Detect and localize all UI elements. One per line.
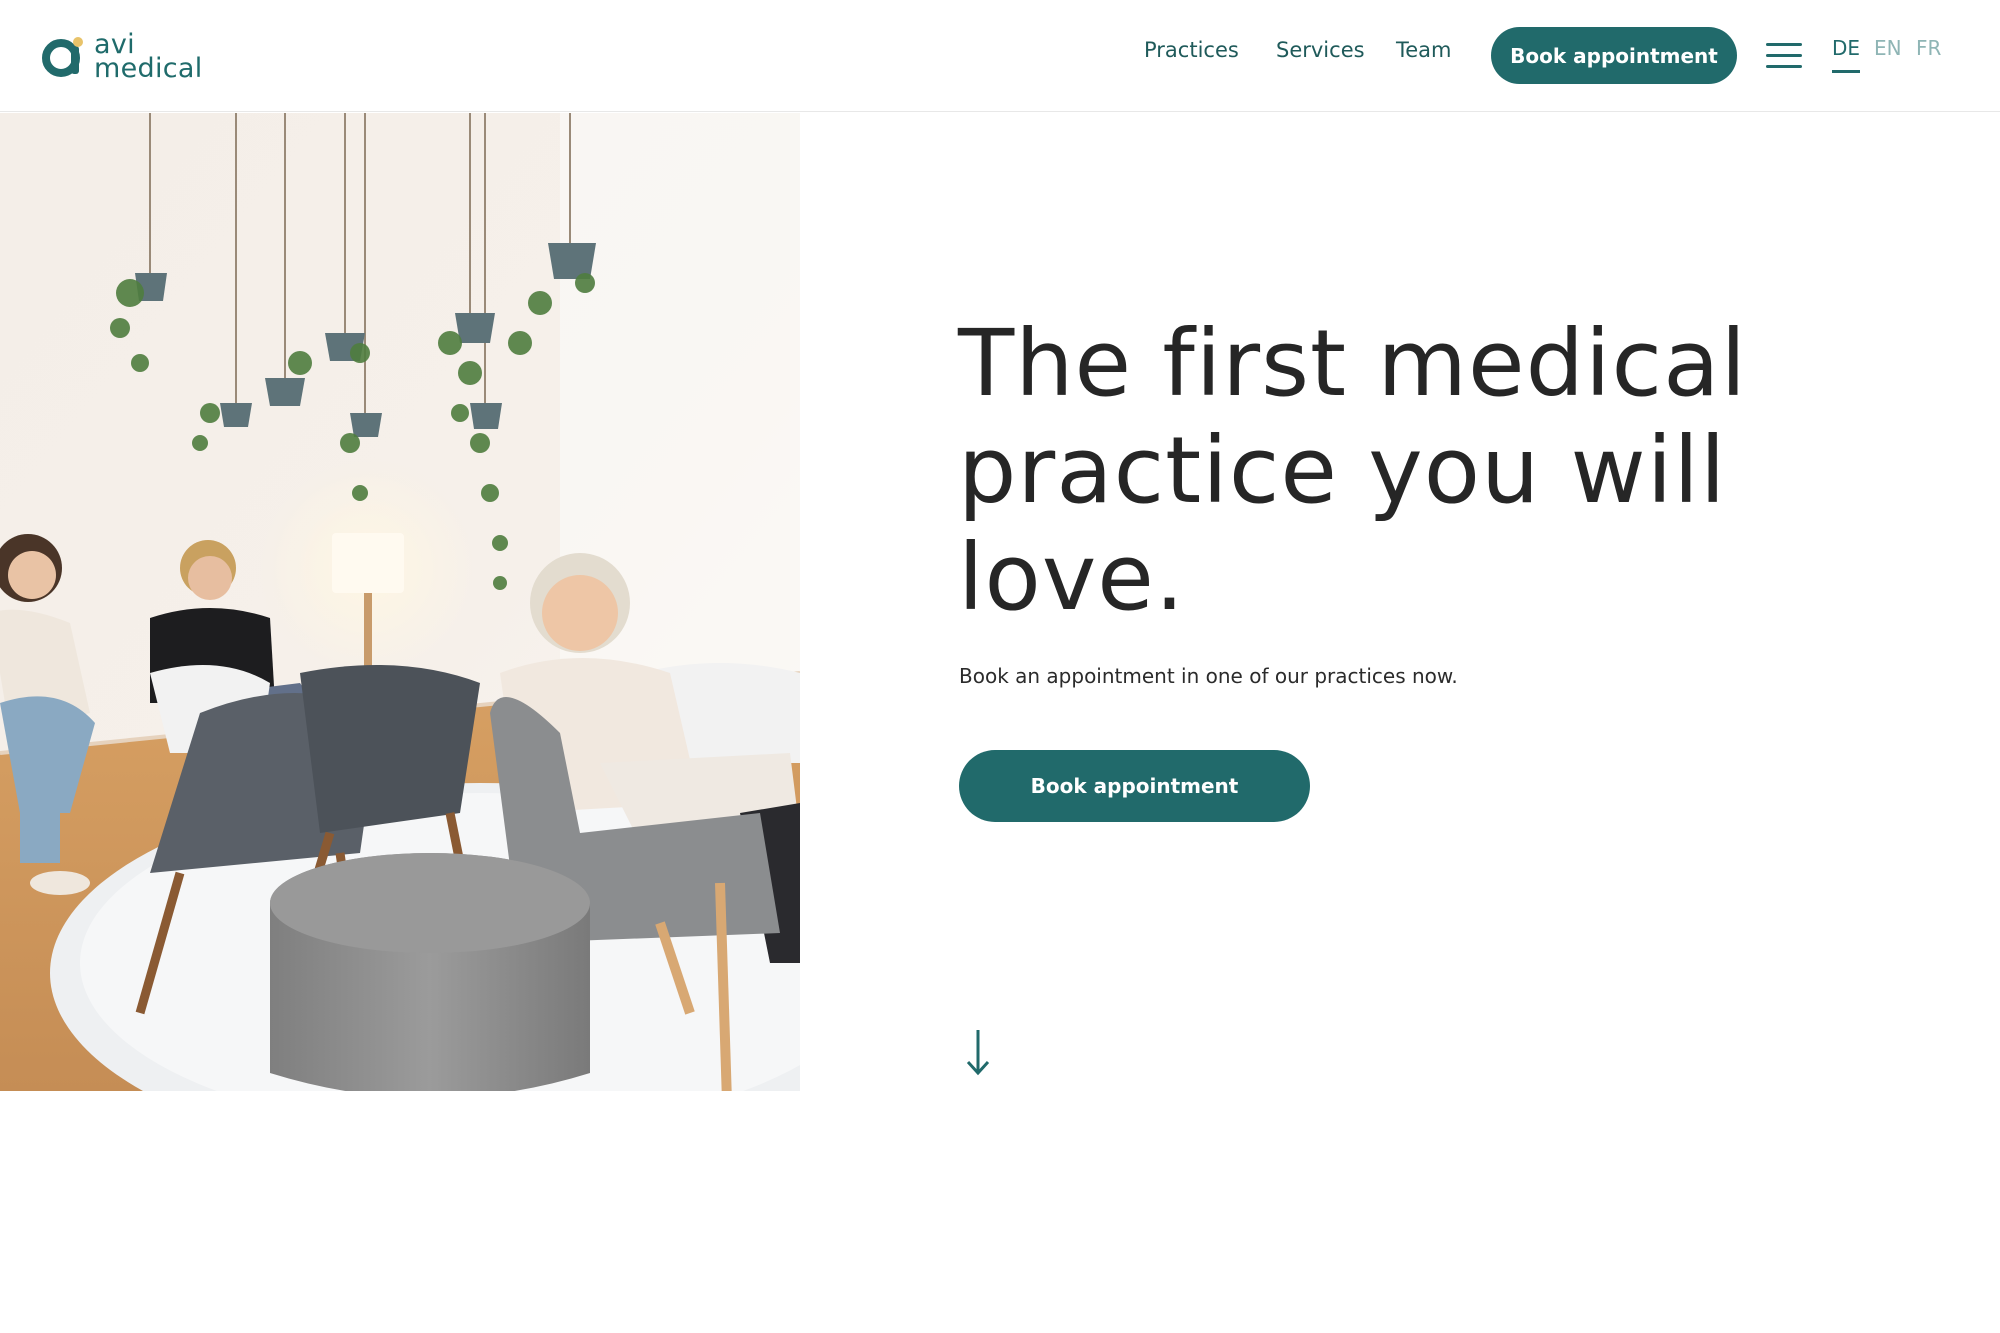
lang-fr[interactable]: FR bbox=[1916, 36, 1941, 60]
hero-headline: The first medical practice you will love… bbox=[958, 310, 1748, 631]
header-book-appointment-button[interactable]: Book appointment bbox=[1491, 27, 1737, 84]
avi-medical-logo[interactable]: avi medical bbox=[42, 31, 212, 84]
lang-de[interactable]: DE bbox=[1832, 36, 1860, 60]
hero-book-appointment-button[interactable]: Book appointment bbox=[959, 750, 1310, 822]
active-language-underline bbox=[1832, 70, 1860, 73]
hamburger-icon[interactable] bbox=[1766, 38, 1802, 72]
nav-practices[interactable]: Practices bbox=[1144, 38, 1239, 62]
waiting-room-illustration bbox=[0, 113, 800, 1091]
nav-team[interactable]: Team bbox=[1396, 38, 1452, 62]
arrow-down-icon[interactable] bbox=[965, 1028, 991, 1076]
logo-wordmark: avi medical bbox=[94, 31, 203, 84]
lang-en[interactable]: EN bbox=[1874, 36, 1902, 60]
hero-subtitle: Book an appointment in one of our practi… bbox=[959, 664, 1458, 688]
logo-icon bbox=[42, 36, 84, 78]
logo-line-2: medical bbox=[94, 53, 203, 84]
nav-services[interactable]: Services bbox=[1276, 38, 1365, 62]
site-header: avi medical Practices Services Team Book… bbox=[0, 0, 2000, 112]
waiting-room-photo bbox=[0, 113, 800, 1091]
